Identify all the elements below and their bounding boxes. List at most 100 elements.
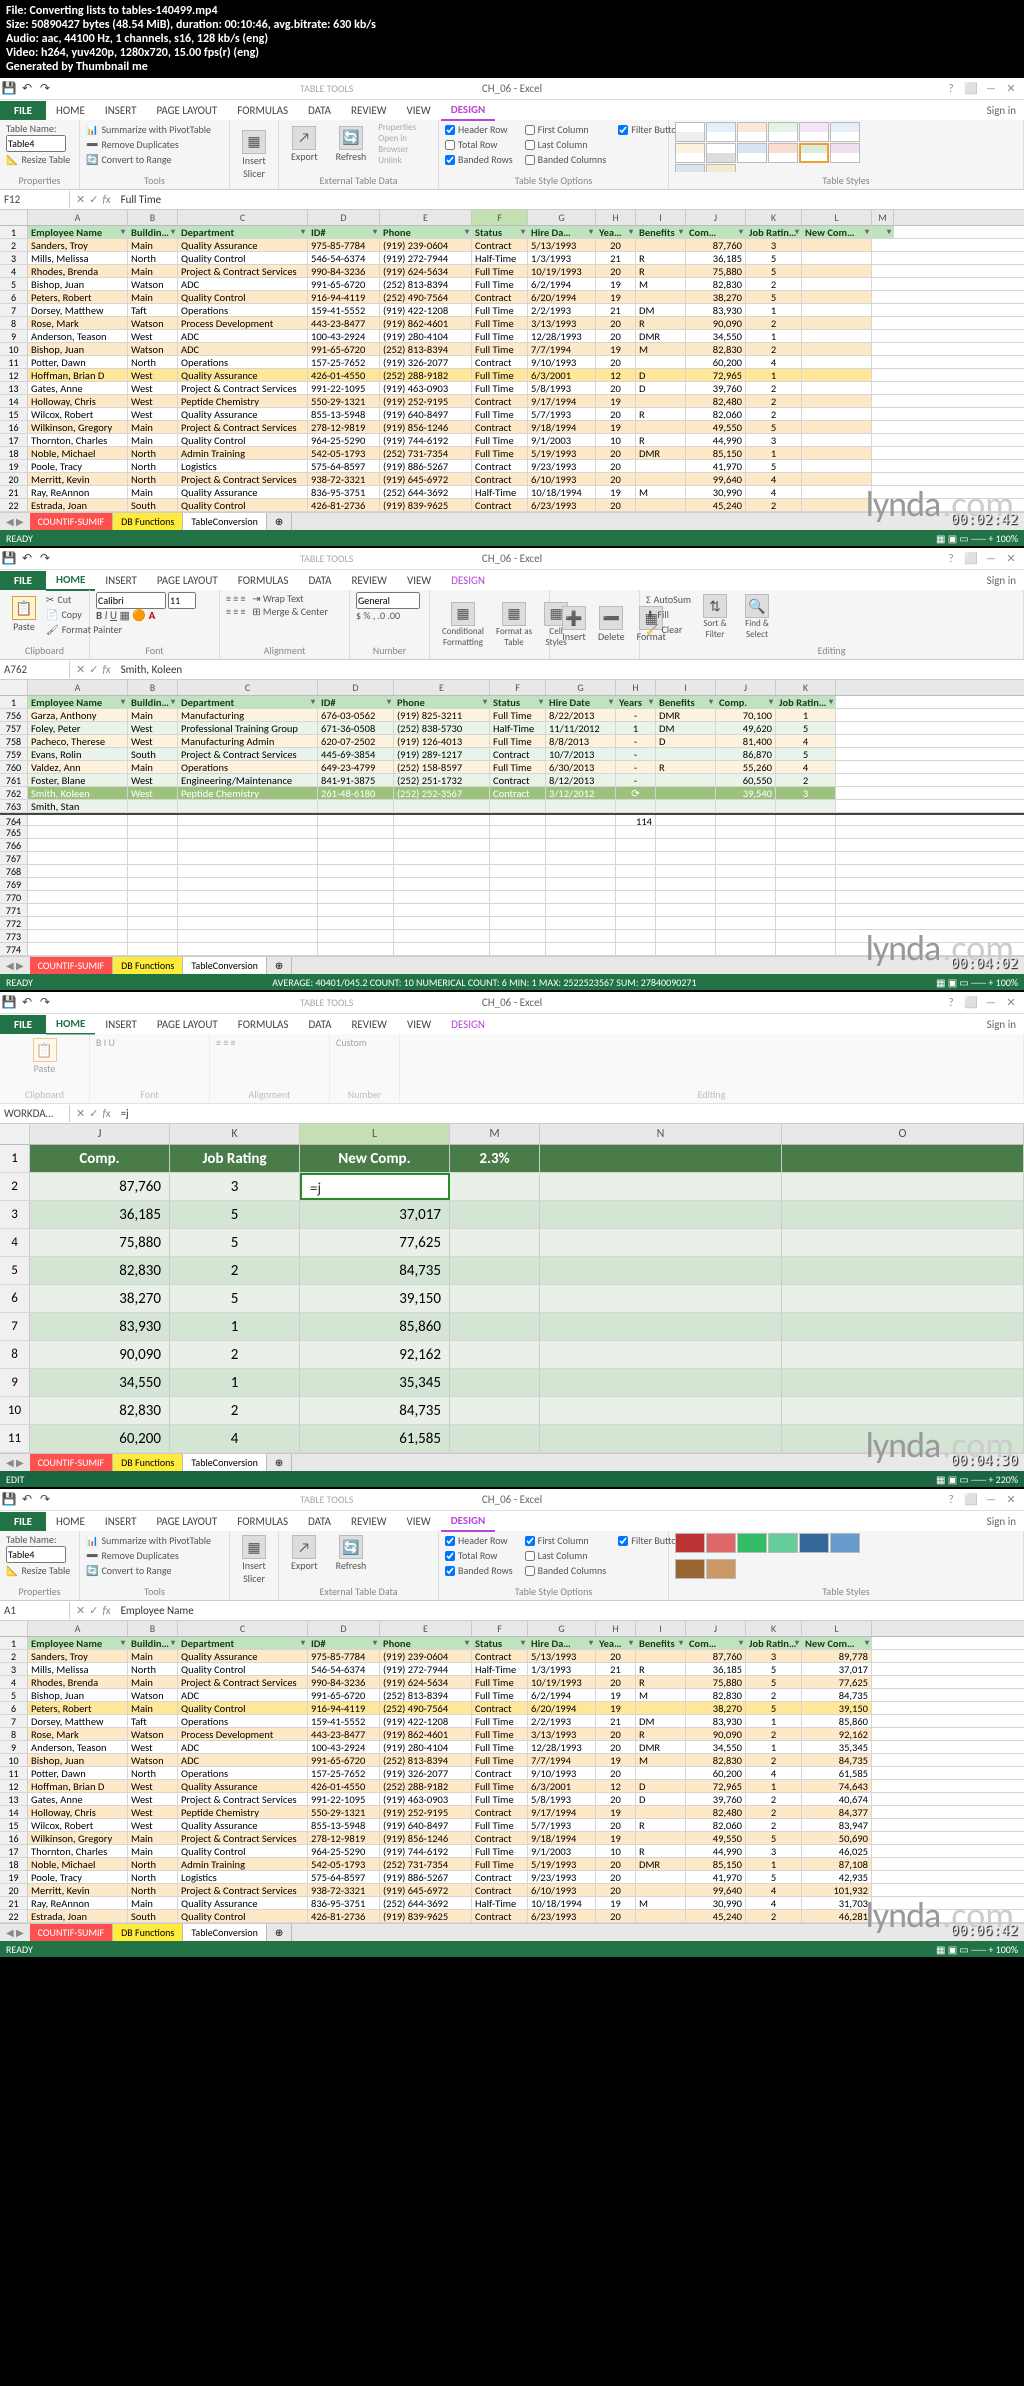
format-table[interactable]: ▦Format as Table	[490, 592, 538, 657]
table-row[interactable]: 18Noble, MichaelNorthAdmin Training542-0…	[0, 1858, 1024, 1871]
summarize-pivot[interactable]: 📊 Summarize with PivotTable	[86, 122, 223, 137]
table-row[interactable]: 7Dorsey, MatthewTaftOperations159-41-555…	[0, 1715, 1024, 1728]
find-select[interactable]: 🔍Find & Select	[739, 592, 775, 642]
column-header[interactable]: Status	[490, 696, 546, 708]
help-icon[interactable]: ?	[942, 82, 960, 95]
column-header[interactable]: Phone	[394, 696, 490, 708]
first-col-check[interactable]: First Column	[525, 122, 607, 137]
close-icon[interactable]: ✕	[1002, 82, 1020, 95]
table-row[interactable]: 17Thornton, CharlesMainQuality Control96…	[0, 434, 1024, 447]
fill[interactable]: ⬇ Fill	[646, 607, 691, 622]
sheet-tab-db[interactable]: DB Functions	[113, 513, 183, 530]
table-row[interactable]: 5Bishop, JuanWatsonADC991-65-6720(252) 8…	[0, 1689, 1024, 1702]
column-header[interactable]: ID#	[308, 1637, 380, 1649]
sheet-tab-conversion[interactable]: TableConversion	[183, 513, 267, 530]
tab-data[interactable]: DATA	[298, 101, 341, 120]
table-row[interactable]: 19Poole, TracyNorthLogistics575-64-8597(…	[0, 460, 1024, 473]
column-header[interactable]: Hire Da…	[528, 1637, 596, 1649]
table-row[interactable]: 762Smith, KoleenWestPeptide Chemistry261…	[0, 787, 1024, 800]
formula-bar[interactable]: =j	[117, 1105, 1024, 1122]
table-row[interactable]: 9Anderson, TeasonWestADC100-43-2924(919)…	[0, 1741, 1024, 1754]
table-name-input[interactable]	[6, 135, 66, 152]
table-styles-gallery[interactable]	[675, 122, 875, 172]
column-header[interactable]: ID#	[318, 696, 394, 708]
redo-icon[interactable]: ↷	[36, 80, 54, 98]
name-box[interactable]: F12	[0, 191, 70, 208]
spreadsheet-grid[interactable]: ABCDEFGHIJK1Employee NameBuildin…Departm…	[0, 680, 1024, 956]
restore-icon[interactable]: ⬜	[962, 82, 980, 95]
insert-cells[interactable]: ➕Insert	[556, 592, 592, 657]
autosum[interactable]: Σ AutoSum	[646, 592, 691, 607]
undo-icon[interactable]: ↶	[18, 80, 36, 98]
name-box[interactable]: A1	[0, 1602, 70, 1619]
table-row[interactable]: 14Holloway, ChrisWestPeptide Chemistry55…	[0, 1806, 1024, 1819]
spreadsheet-grid[interactable]: JKLMNO1Comp.Job RatingNew Comp.2.3%287,7…	[0, 1124, 1024, 1453]
last-col-check[interactable]: Last Column	[525, 137, 607, 152]
table-row[interactable]: 756Garza, AnthonyMainManufacturing676-03…	[0, 709, 1024, 722]
export-button[interactable]: ↗Export	[285, 122, 324, 166]
tab-formulas[interactable]: FORMULAS	[227, 101, 298, 120]
column-header[interactable]: Hire Date	[546, 696, 616, 708]
sheet-tab-countif[interactable]: COUNTIF-SUMIF	[30, 513, 113, 530]
table-row[interactable]: 9Anderson, TeasonWestADC100-43-2924(919)…	[0, 330, 1024, 343]
formula-bar[interactable]: Employee Name	[117, 1602, 1024, 1619]
column-header[interactable]: Years	[616, 696, 656, 708]
column-header[interactable]: Status	[472, 226, 528, 238]
table-row[interactable]: 10Bishop, JuanWatsonADC991-65-6720(252) …	[0, 343, 1024, 356]
table-row[interactable]: 12Hoffman, Brian DWestQuality Assurance4…	[0, 1780, 1024, 1793]
sort-filter[interactable]: ⇅Sort & Filter	[697, 592, 733, 642]
total-row-check[interactable]: Total Row	[445, 137, 513, 152]
column-header[interactable]: Yea…	[596, 1637, 636, 1649]
minimize-icon[interactable]: —	[982, 82, 1000, 95]
tab-view[interactable]: VIEW	[397, 101, 441, 120]
column-header[interactable]: Benefits	[656, 696, 716, 708]
accept-formula-icon[interactable]: ✓	[89, 193, 98, 206]
table-row[interactable]: 3Mills, MelissaNorthQuality Control546-5…	[0, 1663, 1024, 1676]
paste-button[interactable]: 📋Paste	[6, 592, 42, 637]
table-row[interactable]: 763Smith, Stan	[0, 800, 1024, 813]
remove-duplicates[interactable]: ➖ Remove Duplicates	[86, 137, 223, 152]
delete-cells[interactable]: ➖Delete	[592, 592, 631, 657]
resize-table[interactable]: 📐 Resize Table	[6, 152, 73, 167]
refresh-button[interactable]: 🔄Refresh	[330, 122, 373, 166]
tab-review[interactable]: REVIEW	[341, 101, 397, 120]
convert-range[interactable]: 🔄 Convert to Range	[86, 152, 223, 167]
column-header[interactable]: Phone	[380, 226, 472, 238]
table-row[interactable]: 2Sanders, TroyMainQuality Assurance975-8…	[0, 1650, 1024, 1663]
table-row[interactable]: 15Wilcox, RobertWestQuality Assurance855…	[0, 1819, 1024, 1832]
new-sheet[interactable]: ⊕	[267, 513, 292, 530]
table-row[interactable]: 760Valdez, AnnMainOperations649-23-4799(…	[0, 761, 1024, 774]
column-header[interactable]: Employee Name	[28, 696, 128, 708]
table-row[interactable]: 6Peters, RobertMainQuality Control916-94…	[0, 1702, 1024, 1715]
column-header[interactable]: Hire Da…	[528, 226, 596, 238]
table-row[interactable]: 4Rhodes, BrendaMainProject & Contract Se…	[0, 1676, 1024, 1689]
tab-insert[interactable]: INSERT	[95, 101, 147, 120]
column-header[interactable]: Status	[472, 1637, 528, 1649]
table-row[interactable]: 7Dorsey, MatthewTaftOperations159-41-555…	[0, 304, 1024, 317]
column-header[interactable]: New Com…	[802, 1637, 872, 1649]
table-row[interactable]: 17Thornton, CharlesMainQuality Control96…	[0, 1845, 1024, 1858]
table-row[interactable]: 16Wilkinson, GregoryMainProject & Contra…	[0, 421, 1024, 434]
save-icon[interactable]: 💾	[0, 550, 18, 568]
column-header[interactable]: Job Ratin…	[776, 696, 836, 708]
table-row[interactable]: 761Foster, BlaneWestEngineering/Maintena…	[0, 774, 1024, 787]
save-icon[interactable]: 💾	[0, 80, 18, 98]
tab-home[interactable]: HOME	[46, 570, 95, 591]
name-box[interactable]: A762	[0, 661, 70, 678]
spreadsheet-grid[interactable]: ABCDEFGHIJKLM1Employee NameBuildin…Depar…	[0, 210, 1024, 512]
table-row[interactable]: 11Potter, DawnNorthOperations157-25-7652…	[0, 1767, 1024, 1780]
clear[interactable]: 🧹 Clear	[646, 622, 691, 637]
column-header[interactable]: Employee Name	[28, 226, 128, 238]
number-format[interactable]	[356, 592, 420, 609]
column-header[interactable]: Department	[178, 696, 318, 708]
table-row[interactable]: 13Gates, AnneWestProject & Contract Serv…	[0, 382, 1024, 395]
header-row-check[interactable]: Header Row	[445, 122, 513, 137]
column-header[interactable]: Job Ratin…	[746, 226, 802, 238]
tab-pagelayout[interactable]: PAGE LAYOUT	[146, 101, 227, 120]
fx-icon[interactable]: fx	[102, 193, 110, 206]
column-header[interactable]: Benefits	[636, 226, 686, 238]
column-header[interactable]: New Com…	[802, 226, 872, 238]
table-row[interactable]: 12Hoffman, Brian DWestQuality Assurance4…	[0, 369, 1024, 382]
column-header[interactable]: Yea…	[596, 226, 636, 238]
table-row[interactable]: 14Holloway, ChrisWestPeptide Chemistry55…	[0, 395, 1024, 408]
